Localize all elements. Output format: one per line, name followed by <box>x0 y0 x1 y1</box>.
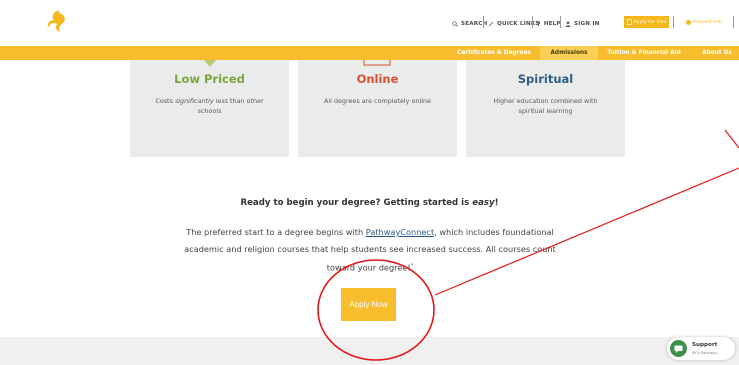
feature-card-online: Online All degrees are completely online <box>298 60 457 157</box>
intro-paragraph: The preferred start to a degree begins w… <box>184 227 556 273</box>
card-text: Costs significantly less than other scho… <box>155 97 264 115</box>
support-chat-widget[interactable]: Support BYU-Pathway... <box>667 337 735 360</box>
price-tag-icon <box>204 60 216 67</box>
sign-in-label: SIGN IN <box>574 21 600 27</box>
card-title: Online <box>356 72 399 86</box>
main-nav: Certificates & Degrees Admissions Tuitio… <box>0 46 739 60</box>
footnote-mark: * <box>410 263 414 269</box>
apply-for-free-label: Apply For Free <box>633 19 667 25</box>
chat-icon <box>670 340 687 357</box>
logo-flame-icon[interactable] <box>44 9 70 33</box>
apply-now-button[interactable]: Apply Now <box>341 288 396 321</box>
user-icon <box>565 21 571 27</box>
nav-label: Tuition & Financial Aid <box>607 50 681 56</box>
feature-card-spiritual: Spiritual Higher education combined with… <box>466 60 625 157</box>
nav-label: Admissions <box>550 50 588 56</box>
support-title: Support <box>692 342 718 348</box>
divider <box>532 16 533 28</box>
help-label: HELP <box>543 21 561 27</box>
card-title: Spiritual <box>517 72 574 86</box>
document-icon <box>626 19 632 25</box>
question-icon: ? <box>537 20 541 28</box>
divider <box>560 16 561 28</box>
nav-label: Certificates & Degrees <box>457 50 531 56</box>
divider <box>673 16 674 28</box>
link-icon <box>488 21 494 27</box>
card-title: Low Priced <box>174 72 245 86</box>
pathwayconnect-link[interactable]: PathwayConnect <box>366 227 434 237</box>
top-header: SEARCH QUICK LINKS ? HELP SIGN IN Apply … <box>0 0 739 46</box>
request-info-button[interactable]: Request Info <box>679 16 729 28</box>
card-text: Higher education combined with spiritual… <box>493 97 598 115</box>
feature-card-low-priced: Low Priced Costs significantly less than… <box>130 60 289 157</box>
card-text: All degrees are completely online <box>323 97 431 105</box>
divider <box>483 16 484 28</box>
request-info-label: Request Info <box>693 19 722 25</box>
search-icon <box>452 21 458 27</box>
help-link[interactable]: ? HELP <box>537 18 561 30</box>
nav-item-certificates-degrees[interactable]: Certificates & Degrees <box>454 46 534 60</box>
annotation-corner-line <box>724 129 739 149</box>
nav-item-about-us[interactable]: About Us <box>697 46 737 60</box>
sign-in-link[interactable]: SIGN IN <box>565 18 600 30</box>
divider <box>733 16 734 28</box>
laptop-icon <box>363 60 391 66</box>
page-headline: Ready to begin your degree? Getting star… <box>240 198 499 208</box>
apply-for-free-button[interactable]: Apply For Free <box>624 16 669 28</box>
footer-strip <box>0 337 739 365</box>
quick-links-label: QUICK LINKS <box>497 21 540 27</box>
nav-label: About Us <box>702 50 732 56</box>
support-subtitle: BYU-Pathway... <box>692 350 720 355</box>
nav-item-admissions[interactable]: Admissions <box>540 46 598 60</box>
info-dot-icon <box>686 19 692 25</box>
nav-item-tuition-financial-aid[interactable]: Tuition & Financial Aid <box>600 46 688 60</box>
